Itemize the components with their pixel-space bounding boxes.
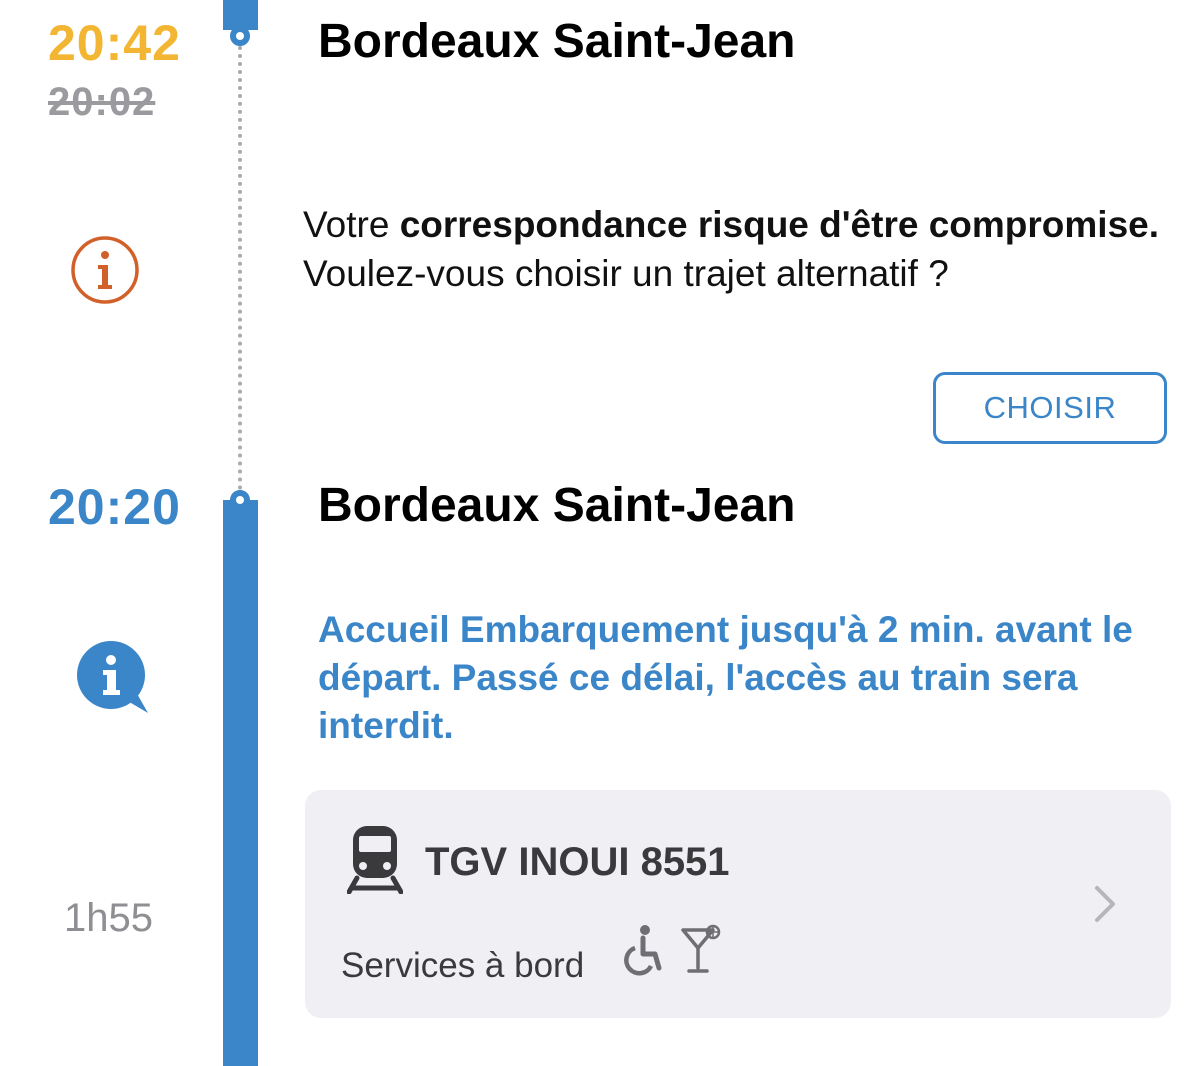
- departure-station-name: Bordeaux Saint-Jean: [318, 479, 796, 532]
- timeline-node-departure: [230, 490, 250, 510]
- wheelchair-icon: [623, 924, 663, 976]
- boarding-info-text: Accueil Embarquement jusqu'à 2 min. avan…: [318, 609, 1133, 746]
- departure-time: 20:20: [48, 479, 181, 535]
- chevron-right-icon: [1093, 884, 1117, 924]
- timeline-dotted-connector: [238, 46, 242, 490]
- train-icon: [346, 824, 404, 895]
- cocktail-icon: [681, 924, 721, 976]
- services-label: Services à bord: [341, 946, 585, 985]
- connection-warning-text: Votre correspondance risque d'être compr…: [303, 204, 1160, 294]
- timeline-segment-bottom: [223, 500, 258, 1066]
- trip-duration: 1h55: [64, 896, 153, 940]
- arrival-station-name: Bordeaux Saint-Jean: [318, 15, 796, 68]
- train-name: TGV INOUI 8551: [425, 840, 730, 884]
- info-speech-bubble-icon: [76, 640, 150, 716]
- train-card[interactable]: TGV INOUI 8551 Services à bord: [305, 790, 1171, 1018]
- info-circle-outline-icon: [70, 235, 140, 305]
- arrival-time-updated: 20:42: [48, 15, 181, 71]
- arrival-time-original: 20:02: [48, 80, 156, 124]
- choose-alternative-button[interactable]: CHOISIR: [933, 372, 1167, 444]
- timeline-node-arrival: [230, 26, 250, 46]
